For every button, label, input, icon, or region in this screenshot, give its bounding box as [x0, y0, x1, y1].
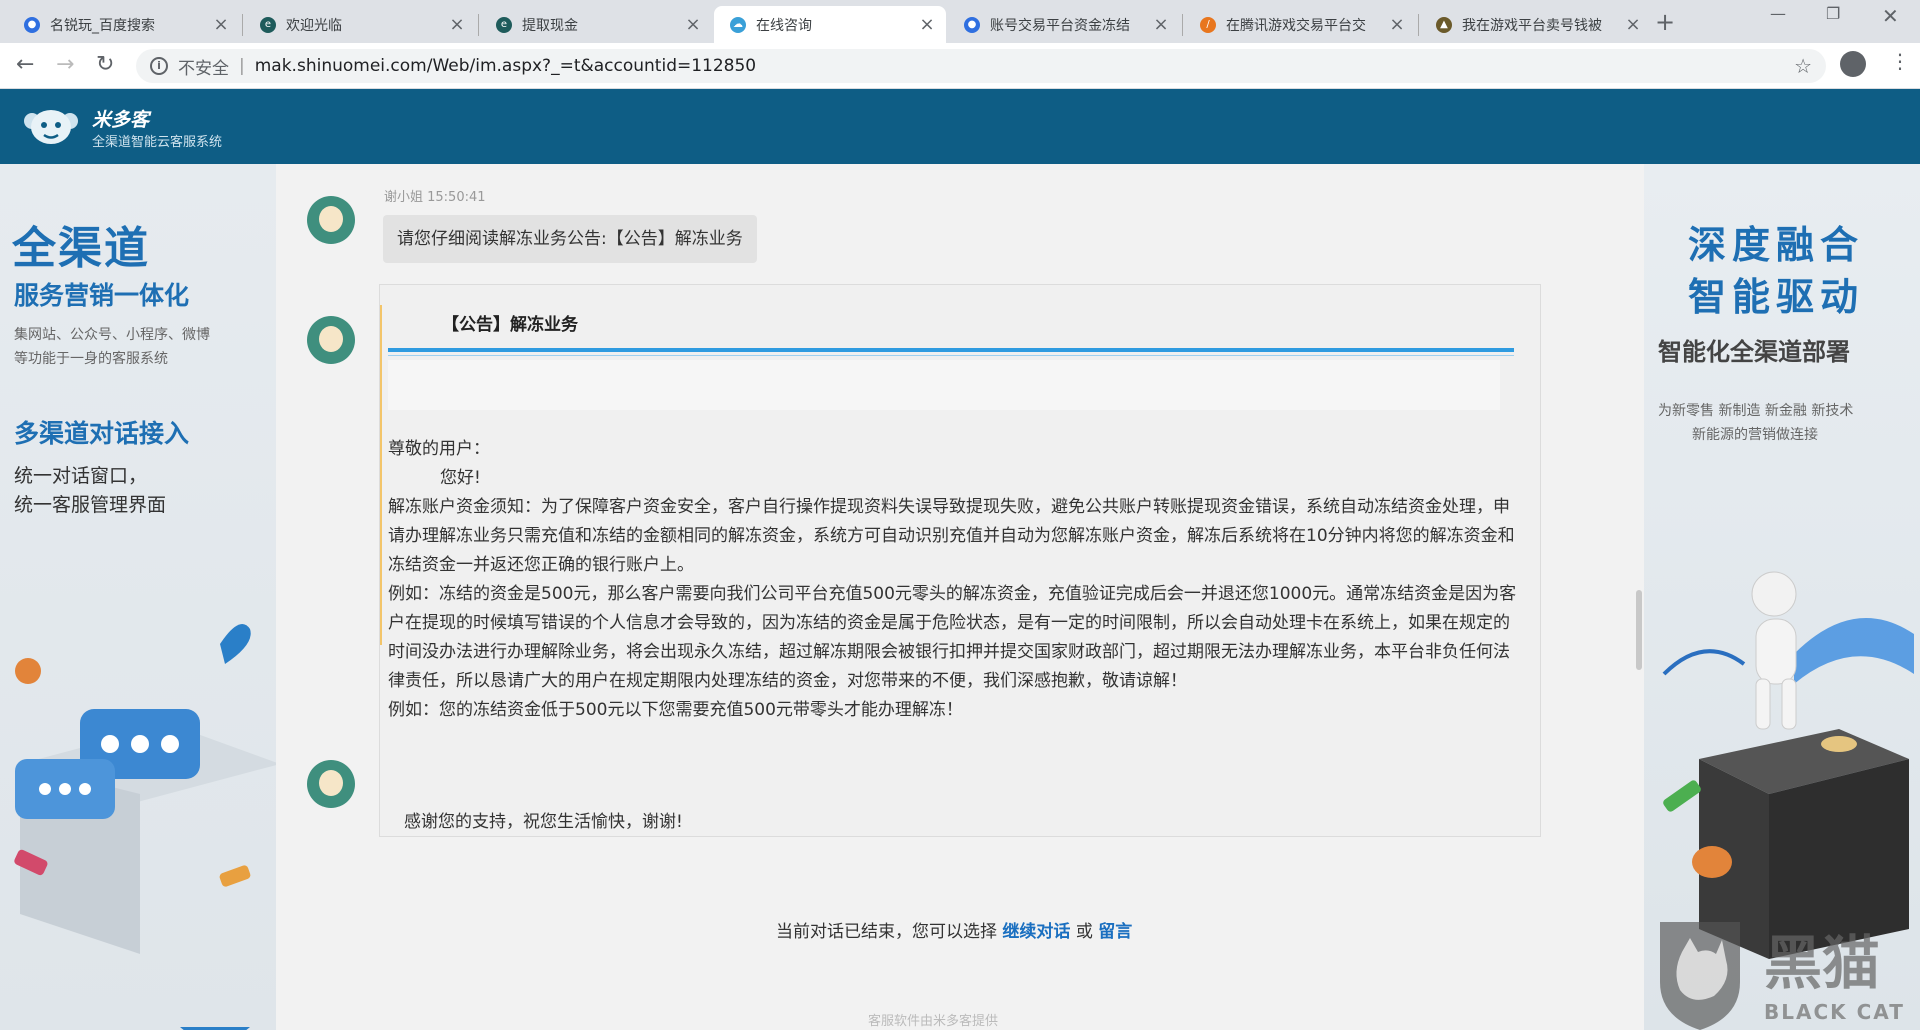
back-icon[interactable]: ←	[16, 52, 34, 77]
banner-headline: 全渠道	[12, 223, 150, 274]
swoosh-icon: /	[1200, 16, 1216, 33]
reload-icon[interactable]: ↻	[96, 52, 114, 77]
tab-4[interactable]: ● 账号交易平台资金冻结 ×	[948, 6, 1180, 43]
tab-title: 提取现金	[522, 17, 578, 34]
browser-tab-bar: ● 名锐玩_百度搜索 × e 欢迎光临 × e 提取现金 × ☁ 在线咨询 × …	[0, 0, 1920, 43]
tab-title: 欢迎光临	[286, 17, 342, 34]
chat-bubbles-illustration	[14, 624, 276, 1030]
ended-text: 当前对话已结束，您可以选择	[776, 922, 997, 942]
announcement-modal: 【公告】解冻业务 尊敬的用户： 您好! 解冻账户资金须知：为了保障客户资金安全，…	[379, 284, 1541, 837]
notice-paragraph: 例如：冻结的资金是500元，那么客户需要向我们公司平台充值500元零头的解冻资金…	[388, 584, 1517, 691]
tab-1[interactable]: e 欢迎光临 ×	[244, 6, 476, 43]
right-ad-banner: 深度融合 智能驱动 智能化全渠道部署 为新零售 新制造 新金融 新技术 新能源的…	[1644, 164, 1920, 1030]
insecure-label: 不安全	[178, 58, 229, 79]
tab-title: 账号交易平台资金冻结	[990, 17, 1130, 34]
modal-accent-line	[380, 305, 382, 645]
tab-title: 在腾讯游戏交易平台交	[1226, 17, 1366, 34]
greeting: 尊敬的用户：	[388, 439, 490, 459]
tab-divider	[478, 14, 479, 36]
agent-avatar	[307, 316, 355, 364]
close-icon[interactable]: ×	[684, 14, 702, 35]
close-icon[interactable]: ×	[448, 14, 466, 35]
tab-divider	[1418, 14, 1419, 36]
banner-desc: 等功能于一身的客服系统	[14, 351, 168, 367]
logo-icon	[24, 110, 78, 144]
profile-avatar-icon[interactable]	[1840, 51, 1866, 77]
menu-kebab-icon[interactable]: ⋮	[1890, 49, 1910, 73]
info-icon[interactable]: i	[150, 57, 168, 75]
tab-title: 名锐玩_百度搜索	[50, 17, 155, 34]
tab-title: 我在游戏平台卖号钱被	[1462, 17, 1602, 34]
modal-divider	[388, 348, 1514, 352]
banner-line: 统一对话窗口，	[14, 465, 148, 487]
hello: 您好!	[440, 468, 481, 488]
banner-subhead: 服务营销一体化	[14, 281, 190, 310]
notice-paragraph: 例如：您的冻结资金低于500元以下您需要充值500元带零头才能办理解冻！	[388, 700, 963, 720]
window-close-icon[interactable]: ✕	[1882, 4, 1899, 28]
baidu-paw-icon: ●	[24, 16, 40, 33]
new-tab-icon[interactable]: +	[1655, 8, 1675, 36]
tab-title: 在线咨询	[756, 17, 812, 34]
close-icon[interactable]: ×	[1152, 14, 1170, 35]
separator: |	[239, 56, 245, 76]
site-icon: e	[496, 16, 512, 33]
bookmark-star-icon[interactable]: ☆	[1794, 54, 1812, 78]
close-icon[interactable]: ×	[1624, 14, 1642, 35]
cat-icon: ▲	[1436, 16, 1452, 33]
or-text: 或	[1075, 922, 1093, 942]
tab-6[interactable]: ▲ 我在游戏平台卖号钱被 ×	[1420, 6, 1652, 43]
cat-shield-icon	[1660, 922, 1740, 1030]
browser-toolbar: ← → ↻ i 不安全 | mak.shinuomei.com/Web/im.a…	[0, 43, 1920, 89]
leave-message-link[interactable]: 留言	[1098, 922, 1132, 942]
close-icon[interactable]: ×	[1388, 14, 1406, 35]
message-sender: 谢小姐 15:50:41	[384, 190, 486, 205]
site-header: 米多客 全渠道智能云客服系统	[0, 89, 1920, 164]
tab-5[interactable]: / 在腾讯游戏交易平台交 ×	[1184, 6, 1416, 43]
modal-content: 尊敬的用户： 您好! 解冻账户资金须知：为了保障客户资金安全，客户自行操作提现资…	[388, 435, 1518, 725]
banner-headline: 智能驱动	[1688, 275, 1865, 319]
watermark-cn: 黑猫	[1764, 929, 1881, 997]
tab-divider	[242, 14, 243, 36]
notice-paragraph: 解冻账户资金须知：为了保障客户资金安全，客户自行操作提现资料失误导致提现失败，避…	[388, 497, 1515, 575]
blackcat-watermark: 黑猫 BLACK CAT	[1652, 912, 1920, 1030]
forward-icon[interactable]: →	[56, 52, 74, 77]
banner-subhead: 智能化全渠道部署	[1658, 338, 1850, 366]
message-bubble: 请您仔细阅读解冻业务公告:【公告】解冻业务	[383, 215, 757, 263]
tab-2[interactable]: e 提取现金 ×	[480, 6, 712, 43]
conversation-ended: 当前对话已结束，您可以选择 继续对话 或 留言	[776, 917, 1132, 942]
banner-line: 统一客服管理界面	[14, 494, 167, 516]
tab-0[interactable]: ● 名锐玩_百度搜索 ×	[8, 6, 240, 43]
banner-desc: 为新零售 新制造 新金融 新技术	[1658, 403, 1854, 419]
site-icon: e	[260, 16, 276, 33]
banner-desc: 新能源的营销做连接	[1692, 427, 1818, 443]
agent-avatar	[307, 196, 355, 244]
tab-divider	[1182, 14, 1183, 36]
close-icon[interactable]: ×	[212, 14, 230, 35]
powered-by-footer: 客服软件由米多客提供	[868, 1014, 999, 1029]
continue-chat-link[interactable]: 继续对话	[1002, 922, 1070, 942]
modal-title: 【公告】解冻业务	[442, 315, 578, 335]
cloud-chat-icon: ☁	[730, 16, 746, 33]
modal-blank-box	[388, 360, 1500, 410]
chat-scrollbar[interactable]	[1636, 590, 1642, 670]
url-text[interactable]: mak.shinuomei.com/Web/im.aspx?_=t&accoun…	[255, 56, 756, 76]
agent-avatar	[307, 760, 355, 808]
brand-name: 米多客	[92, 109, 150, 131]
watermark-en: BLACK CAT	[1764, 1000, 1905, 1024]
baidu-paw-icon: ●	[964, 16, 980, 33]
modal-divider	[388, 355, 1514, 356]
banner-section: 多渠道对话接入	[14, 419, 190, 448]
maximize-icon[interactable]: ❐	[1826, 4, 1840, 23]
banner-headline: 深度融合	[1688, 223, 1865, 267]
close-icon[interactable]: ×	[918, 14, 936, 35]
thanks-line: 感谢您的支持，祝您生活愉快，谢谢!	[404, 812, 683, 832]
brand-subtitle: 全渠道智能云客服系统	[92, 135, 223, 150]
banner-desc: 集网站、公众号、小程序、微博	[14, 327, 210, 343]
left-ad-banner: 全渠道 服务营销一体化 集网站、公众号、小程序、微博 等功能于一身的客服系统 多…	[0, 164, 276, 1030]
address-bar[interactable]: i 不安全 | mak.shinuomei.com/Web/im.aspx?_=…	[136, 49, 1826, 83]
tab-3[interactable]: ☁ 在线咨询 ×	[714, 6, 946, 43]
minimize-icon[interactable]: —	[1770, 4, 1786, 23]
